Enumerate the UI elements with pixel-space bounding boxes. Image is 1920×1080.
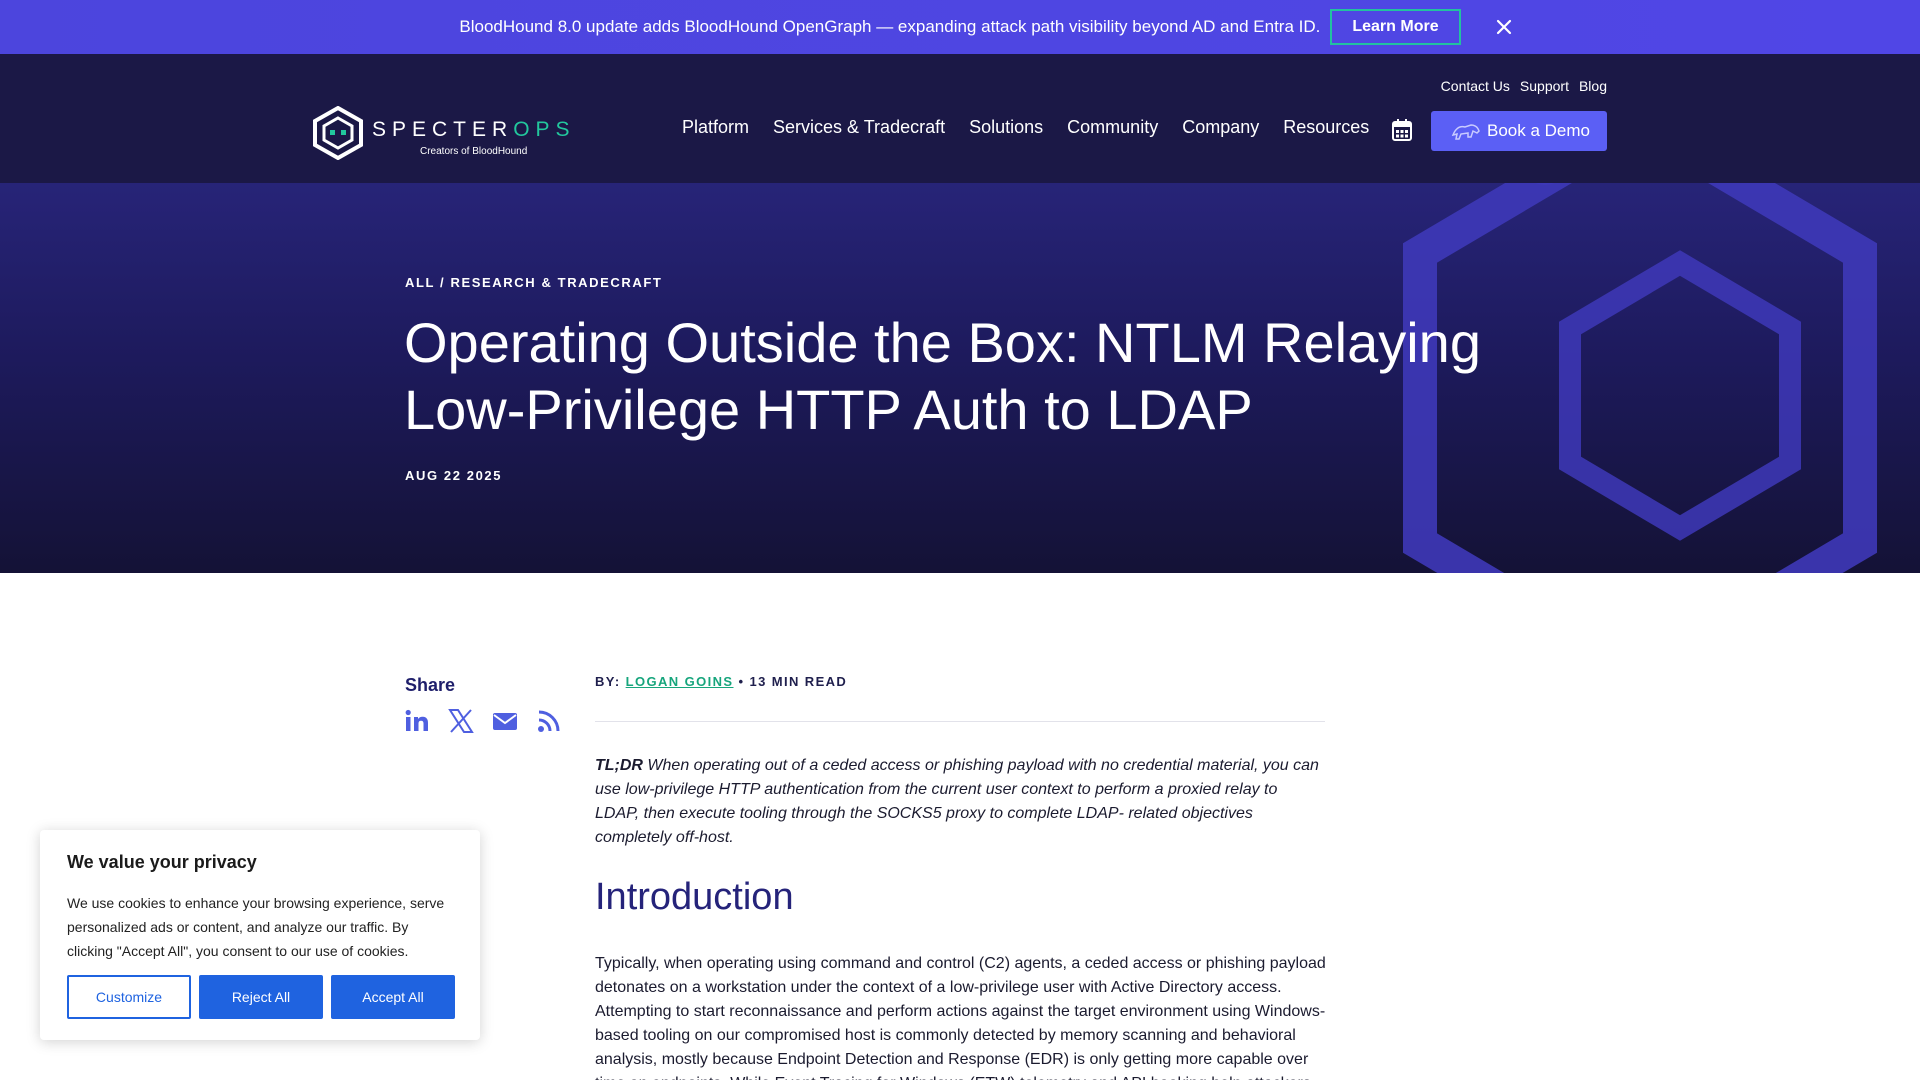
email-icon[interactable] <box>492 708 518 734</box>
logo-tagline: Creators of BloodHound <box>420 146 528 157</box>
reject-all-button[interactable]: Reject All <box>199 975 323 1019</box>
logo-wordmark: SPECTEROPS <box>372 118 576 141</box>
blog-link[interactable]: Blog <box>1579 78 1607 94</box>
cookie-buttons: Customize Reject All Accept All <box>67 975 455 1019</box>
share-icons <box>404 708 562 734</box>
cookie-title: We value your privacy <box>67 852 257 872</box>
announcement-text: BloodHound 8.0 update adds BloodHound Op… <box>459 17 1321 36</box>
breadcrumb-all[interactable]: ALL <box>405 275 435 290</box>
site-header: SPECTEROPS Creators of BloodHound Contac… <box>0 54 1920 183</box>
breadcrumb-category[interactable]: RESEARCH & TRADECRAFT <box>450 275 662 290</box>
read-time: • 13 MIN READ <box>733 674 848 689</box>
tldr-text: When operating out of a ceded access or … <box>595 757 1319 846</box>
customize-button[interactable]: Customize <box>67 975 191 1019</box>
announcement-bar: BloodHound 8.0 update adds BloodHound Op… <box>0 0 1920 54</box>
share-label: Share <box>405 675 456 695</box>
publish-date: AUG 22 2025 <box>405 468 503 483</box>
nav-platform[interactable]: Platform <box>682 117 749 138</box>
divider <box>595 721 1325 722</box>
main-nav: Platform Services & Tradecraft Solutions… <box>682 117 1369 138</box>
byline-label: BY: <box>595 674 626 689</box>
calendar-icon[interactable] <box>1392 119 1412 141</box>
byline: BY: LOGAN GOINS • 13 MIN READ <box>595 674 847 689</box>
nav-community[interactable]: Community <box>1067 117 1158 138</box>
support-link[interactable]: Support <box>1520 78 1569 94</box>
nav-services-tradecraft[interactable]: Services & Tradecraft <box>773 117 945 138</box>
utility-nav: Contact Us Support Blog <box>1441 78 1607 94</box>
tldr-label: TL;DR <box>595 757 643 774</box>
contact-us-link[interactable]: Contact Us <box>1441 78 1510 94</box>
breadcrumb: ALL / RESEARCH & TRADECRAFT <box>405 275 662 290</box>
hero-banner: ALL / RESEARCH & TRADECRAFT Operating Ou… <box>0 183 1920 573</box>
bloodhound-dog-icon <box>1451 121 1481 141</box>
learn-more-button[interactable]: Learn More <box>1330 9 1461 45</box>
nav-solutions[interactable]: Solutions <box>969 117 1043 138</box>
linkedin-icon[interactable] <box>404 708 430 734</box>
page-title: Operating Outside the Box: NTLM Relaying… <box>404 311 1481 441</box>
breadcrumb-separator: / <box>434 275 451 290</box>
cookie-consent-dialog: We value your privacy We use cookies to … <box>40 830 480 1040</box>
accept-all-button[interactable]: Accept All <box>331 975 455 1019</box>
nav-company[interactable]: Company <box>1182 117 1259 138</box>
cookie-text: We use cookies to enhance your browsing … <box>67 895 445 959</box>
x-icon[interactable] <box>448 708 474 734</box>
book-demo-button[interactable]: Book a Demo <box>1431 111 1607 151</box>
nav-resources[interactable]: Resources <box>1283 117 1369 138</box>
section-heading-introduction: Introduction <box>595 876 794 918</box>
book-demo-label: Book a Demo <box>1487 121 1590 140</box>
logo[interactable]: SPECTEROPS Creators of BloodHound <box>312 104 570 162</box>
intro-paragraph: Typically, when operating using command … <box>595 955 1326 1080</box>
logo-hexagon-icon <box>313 106 363 160</box>
close-icon[interactable] <box>1492 15 1516 39</box>
author-link[interactable]: LOGAN GOINS <box>626 674 734 689</box>
rss-icon[interactable] <box>536 708 562 734</box>
tldr-paragraph: TL;DR When operating out of a ceded acce… <box>595 754 1325 850</box>
